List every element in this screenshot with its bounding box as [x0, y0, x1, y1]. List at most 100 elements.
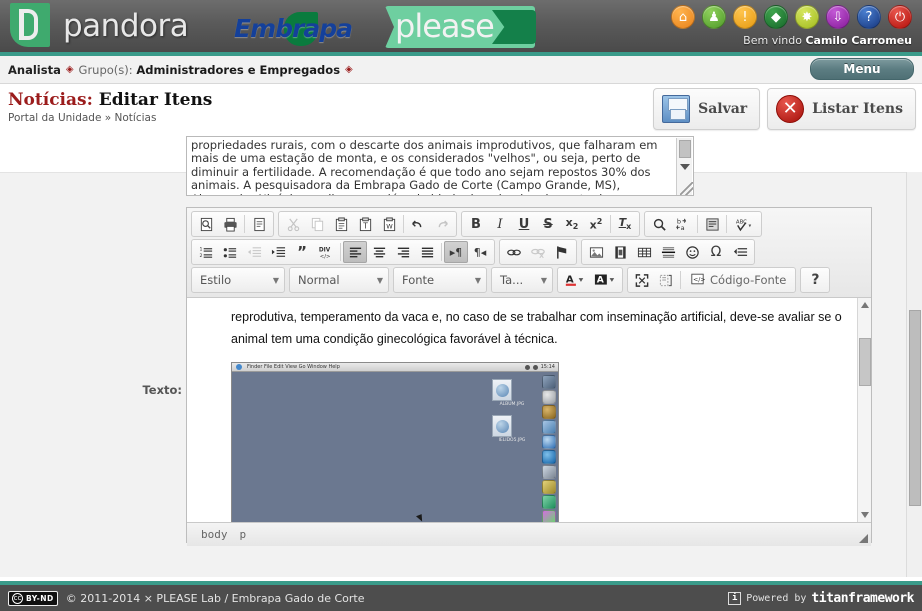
- ltr-icon[interactable]: ▸¶: [444, 241, 468, 263]
- paste-word-icon[interactable]: W: [377, 213, 401, 235]
- redo-icon[interactable]: [430, 213, 454, 235]
- embrapa-wordmark: Embrapa: [234, 13, 353, 43]
- align-center-icon[interactable]: [367, 241, 391, 263]
- page-scrollbar-thumb[interactable]: [909, 310, 921, 506]
- save-button[interactable]: Salvar: [653, 88, 761, 130]
- unlink-icon[interactable]: [526, 241, 550, 263]
- page-scrollbar[interactable]: [906, 172, 922, 577]
- outdent-icon[interactable]: [242, 241, 266, 263]
- groups-value[interactable]: Administradores e Empregados: [136, 63, 340, 77]
- scroll-up-arrow-icon[interactable]: [861, 302, 869, 308]
- list-items-button[interactable]: ✕ Listar Itens: [767, 88, 916, 130]
- find-icon[interactable]: [647, 213, 671, 235]
- page-break-icon[interactable]: [728, 241, 752, 263]
- editor-content-area[interactable]: reprodutiva, temperamento da vaca e, no …: [187, 298, 871, 522]
- toolbar-group-document: [191, 211, 274, 237]
- background-color-icon[interactable]: A: [590, 269, 620, 291]
- text-color-icon[interactable]: A: [560, 269, 590, 291]
- dock-icon-finder: [541, 375, 556, 389]
- cut-icon[interactable]: [281, 213, 305, 235]
- size-select[interactable]: Ta... ▼: [491, 267, 553, 293]
- templates-icon[interactable]: [247, 213, 271, 235]
- horizontal-rule-icon[interactable]: [656, 241, 680, 263]
- element-path-body[interactable]: body: [201, 528, 228, 541]
- download-icon[interactable]: ⇩: [826, 5, 850, 29]
- div-container-icon[interactable]: DIV </>: [314, 241, 338, 263]
- welcome-username: Camilo Carromeu: [805, 34, 912, 47]
- subscript-icon[interactable]: x2: [560, 213, 584, 235]
- maximize-icon[interactable]: [630, 269, 654, 291]
- editor-scrollbar-thumb[interactable]: [859, 338, 871, 386]
- bold-icon[interactable]: B: [464, 213, 488, 235]
- mac-menubar: Finder File Edit View Go Window Help 15:…: [232, 363, 558, 372]
- align-left-icon[interactable]: [343, 241, 367, 263]
- copy-icon[interactable]: [305, 213, 329, 235]
- spellcheck-icon[interactable]: ABC: [729, 213, 759, 235]
- power-logout-icon[interactable]: ⏻: [888, 5, 912, 29]
- chevron-down-icon-4: ▼: [540, 275, 547, 285]
- flash-icon[interactable]: [608, 241, 632, 263]
- rich-text-editor: T W B I U S x2 x2 Tx b a ABC 1 2 ” DIV <…: [186, 207, 872, 546]
- print-icon[interactable]: [218, 213, 242, 235]
- embedded-desktop-screenshot[interactable]: Finder File Edit View Go Window Help 15:…: [231, 362, 559, 522]
- editor-resize-grip[interactable]: [859, 534, 868, 543]
- dock-icon-colors: [541, 510, 556, 522]
- scroll-down-arrow-icon[interactable]: [861, 512, 869, 518]
- indent-icon[interactable]: [266, 241, 290, 263]
- news-text-textarea[interactable]: propriedades rurais, com o descarte dos …: [186, 136, 694, 196]
- toolbar-row-1: T W B I U S x2 x2 Tx b a ABC: [189, 210, 869, 238]
- source-code-button[interactable]: </> Código-Fonte: [683, 269, 793, 291]
- editor-scrollbar[interactable]: [857, 298, 871, 522]
- help-icon[interactable]: ?: [803, 269, 827, 291]
- text-field-label: Texto:: [142, 383, 182, 397]
- textarea-resize-grip[interactable]: [680, 182, 693, 195]
- paste-text-icon[interactable]: T: [353, 213, 377, 235]
- svg-text:</>: </>: [320, 253, 331, 259]
- red-x-circle-icon: ✕: [776, 95, 805, 123]
- show-blocks-icon[interactable]: [654, 269, 678, 291]
- paste-icon[interactable]: [329, 213, 353, 235]
- replace-icon[interactable]: ba: [671, 213, 695, 235]
- table-icon[interactable]: [632, 241, 656, 263]
- italic-icon[interactable]: I: [488, 213, 512, 235]
- info-icon[interactable]: i: [728, 591, 742, 605]
- config-icon[interactable]: ✸: [795, 5, 819, 29]
- special-char-icon[interactable]: Ω: [704, 241, 728, 263]
- select-all-icon[interactable]: [700, 213, 724, 235]
- pandora-logo[interactable]: pandora: [10, 3, 189, 49]
- home-icon[interactable]: ⌂: [671, 5, 695, 29]
- toolbar-group-clipboard: T W: [278, 211, 457, 237]
- strikethrough-icon[interactable]: S: [536, 213, 560, 235]
- menu-button[interactable]: Menu: [810, 58, 914, 80]
- pandora-wordmark: pandora: [63, 8, 189, 44]
- blockquote-icon[interactable]: ”: [290, 241, 314, 263]
- align-right-icon[interactable]: [391, 241, 415, 263]
- bulleted-list-icon[interactable]: [218, 241, 242, 263]
- titanframework-brand[interactable]: titanframework: [811, 591, 914, 606]
- creative-commons-badge-icon[interactable]: cc BY-ND: [8, 590, 58, 606]
- link-icon[interactable]: [502, 241, 526, 263]
- numbered-list-icon[interactable]: 12: [194, 241, 218, 263]
- style-select[interactable]: Estilo ▼: [191, 267, 285, 293]
- image-icon[interactable]: [584, 241, 608, 263]
- underline-icon[interactable]: U: [512, 213, 536, 235]
- smiley-icon[interactable]: [680, 241, 704, 263]
- brazil-flag-icon[interactable]: ◆: [764, 5, 788, 29]
- textarea-scrollbar-thumb[interactable]: [679, 140, 691, 158]
- remove-format-icon[interactable]: Tx: [613, 213, 637, 235]
- textarea-scroll-down-icon[interactable]: [680, 164, 690, 170]
- anchor-icon[interactable]: [550, 241, 574, 263]
- please-logo[interactable]: please: [385, 4, 540, 50]
- element-path-p[interactable]: p: [240, 528, 247, 541]
- user-icon[interactable]: ♟: [702, 5, 726, 29]
- justify-icon[interactable]: [415, 241, 439, 263]
- format-select[interactable]: Normal ▼: [289, 267, 389, 293]
- alert-icon[interactable]: !: [733, 5, 757, 29]
- superscript-icon[interactable]: x2: [584, 213, 608, 235]
- rtl-icon[interactable]: ¶◂: [468, 241, 492, 263]
- embrapa-logo[interactable]: Embrapa: [228, 6, 358, 50]
- undo-icon[interactable]: [406, 213, 430, 235]
- shield-help-icon[interactable]: ?: [857, 5, 881, 29]
- preview-icon[interactable]: [194, 213, 218, 235]
- font-select[interactable]: Fonte ▼: [393, 267, 487, 293]
